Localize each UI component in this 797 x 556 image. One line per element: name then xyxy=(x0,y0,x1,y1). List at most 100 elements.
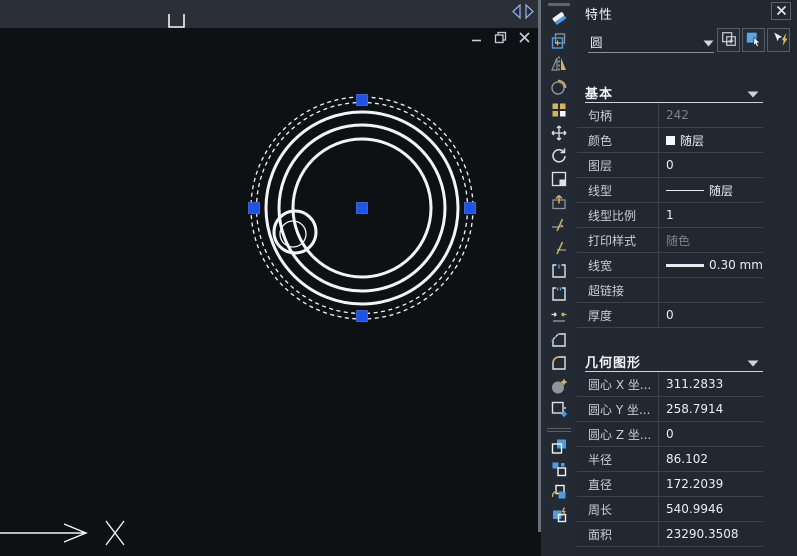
property-value: 0 xyxy=(666,158,674,172)
stretch-button[interactable] xyxy=(546,194,572,214)
chevron-down-icon xyxy=(703,32,714,51)
explode-icon xyxy=(549,399,569,423)
toolbar-grab-handle[interactable] xyxy=(548,3,570,6)
add-to-group-button[interactable] xyxy=(546,484,572,504)
group-button[interactable] xyxy=(546,438,572,458)
section-title: 几何图形 xyxy=(585,352,641,371)
mirror-button[interactable] xyxy=(546,56,572,76)
grip[interactable] xyxy=(357,311,368,322)
property-label: 直径 xyxy=(577,472,659,496)
property-value: 242 xyxy=(666,108,689,122)
property-value: 540.9946 xyxy=(666,502,723,516)
explode-button[interactable] xyxy=(546,401,572,421)
stretch-icon xyxy=(549,192,569,216)
property-label: 面积 xyxy=(577,522,659,546)
drawing-area[interactable] xyxy=(0,0,538,556)
panel-titlebar: 特性 xyxy=(577,0,797,26)
property-row[interactable]: 句柄 242 xyxy=(577,103,763,128)
property-row[interactable]: 直径 172.2039 xyxy=(577,472,763,497)
property-value: 258.7914 xyxy=(666,402,723,416)
linetype-sample xyxy=(666,190,704,191)
pickbox xyxy=(169,14,184,27)
panel-section: 几何图形 圆心 X 坐... 311.2833圆心 Y 坐... 258.791… xyxy=(577,351,763,547)
property-row[interactable]: 面积 23290.3508 xyxy=(577,522,763,547)
property-row[interactable]: 半径 86.102 xyxy=(577,447,763,472)
property-value: 23290.3508 xyxy=(666,527,739,541)
extend-button[interactable] xyxy=(546,240,572,260)
drawing-viewport[interactable] xyxy=(0,0,538,556)
property-value: 0 xyxy=(666,308,674,322)
property-label: 厚度 xyxy=(577,303,659,327)
property-row[interactable]: 线宽 0.30 mm xyxy=(577,253,763,278)
property-row[interactable]: 圆心 Y 坐... 258.7914 xyxy=(577,397,763,422)
select-objects-icon xyxy=(745,30,763,51)
close-panel-button[interactable] xyxy=(771,2,791,20)
minimize-icon[interactable] xyxy=(468,29,485,46)
property-row[interactable]: 线型比例 1 xyxy=(577,203,763,228)
rotate-button[interactable] xyxy=(546,148,572,168)
section-header-1[interactable]: 几何图形 xyxy=(585,351,763,372)
scale-button[interactable] xyxy=(546,171,572,191)
scale-icon xyxy=(549,169,569,193)
copy-button[interactable] xyxy=(546,33,572,53)
object-type-select[interactable]: 圆 xyxy=(588,30,714,53)
close-icon xyxy=(776,4,787,19)
property-label: 线型 xyxy=(577,178,659,202)
property-row[interactable]: 厚度 0 xyxy=(577,303,763,328)
toggle-pickadd-icon xyxy=(720,30,738,51)
property-row[interactable]: 圆心 Z 坐... 0 xyxy=(577,422,763,447)
property-row[interactable]: 颜色 随层 xyxy=(577,128,763,153)
property-value: 0.30 mm xyxy=(709,258,763,272)
property-value: 311.2833 xyxy=(666,377,723,391)
property-label: 超链接 xyxy=(577,278,659,302)
array-button[interactable] xyxy=(546,102,572,122)
property-row[interactable]: 图层 0 xyxy=(577,153,763,178)
property-label: 圆心 Y 坐... xyxy=(577,397,659,421)
trim-button[interactable] xyxy=(546,217,572,237)
offset-icon xyxy=(549,77,569,101)
grip[interactable] xyxy=(465,203,476,214)
property-value: 86.102 xyxy=(666,452,708,466)
ungroup-icon xyxy=(549,459,569,483)
document-window-controls xyxy=(468,29,533,46)
array-icon xyxy=(549,100,569,124)
property-row[interactable]: 圆心 X 坐... 311.2833 xyxy=(577,372,763,397)
break-icon xyxy=(549,284,569,308)
fillet-button[interactable] xyxy=(546,355,572,375)
group-icon xyxy=(549,436,569,460)
toggle-pickadd-button[interactable] xyxy=(717,28,740,52)
section-header-0[interactable]: 基本 xyxy=(585,82,763,103)
property-label: 颜色 xyxy=(577,128,659,152)
property-row[interactable]: 线型 随层 xyxy=(577,178,763,203)
offset-button[interactable] xyxy=(546,79,572,99)
quick-select-button[interactable] xyxy=(767,28,790,52)
property-value: 1 xyxy=(666,208,674,222)
property-label: 句柄 xyxy=(577,103,659,127)
grip[interactable] xyxy=(357,95,368,106)
property-row[interactable]: 打印样式 随色 xyxy=(577,228,763,253)
restore-icon[interactable] xyxy=(492,29,509,46)
property-label: 周长 xyxy=(577,497,659,521)
group-edit-button[interactable] xyxy=(546,507,572,527)
close-window-icon[interactable] xyxy=(516,29,533,46)
property-row[interactable]: 周长 540.9946 xyxy=(577,497,763,522)
property-value: 172.2039 xyxy=(666,477,723,491)
move-button[interactable] xyxy=(546,125,572,145)
chamfer-button[interactable] xyxy=(546,332,572,352)
break-at-point-button[interactable] xyxy=(546,263,572,283)
break-button[interactable] xyxy=(546,286,572,306)
join-button[interactable] xyxy=(546,309,572,329)
erase-button[interactable] xyxy=(546,10,572,30)
toolbar-separator xyxy=(547,428,571,432)
property-row[interactable]: 超链接 xyxy=(577,278,763,303)
grip[interactable] xyxy=(357,203,368,214)
ungroup-button[interactable] xyxy=(546,461,572,481)
property-label: 半径 xyxy=(577,447,659,471)
select-objects-button[interactable] xyxy=(742,28,765,52)
add-to-group-icon xyxy=(549,482,569,506)
grip[interactable] xyxy=(249,203,260,214)
properties-panel: 特性 圆 xyxy=(577,0,797,556)
move-icon xyxy=(549,123,569,147)
ucs-icon xyxy=(0,521,124,545)
sphere-button[interactable] xyxy=(546,378,572,398)
